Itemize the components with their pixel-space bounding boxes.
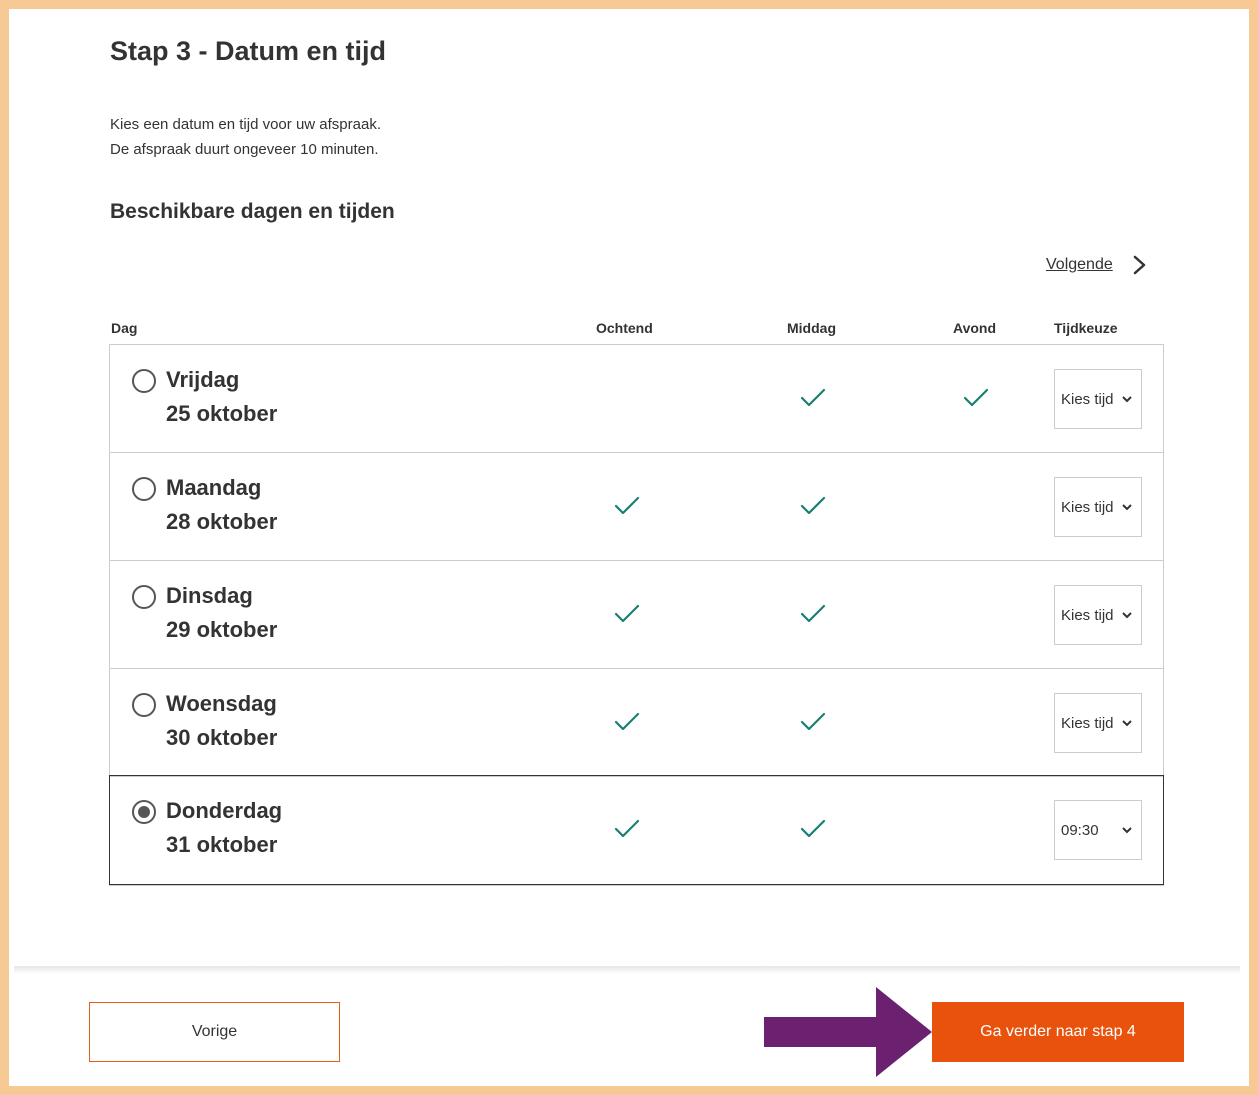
check-icon — [963, 388, 989, 407]
time-select-value: Kies tijd — [1061, 390, 1114, 408]
chevron-down-icon — [1122, 504, 1132, 511]
check-icon — [800, 604, 826, 623]
table-row[interactable]: Maandag 28 oktober Kies tijd — [110, 453, 1163, 561]
next-week-label: Volgende — [1046, 256, 1113, 273]
section-title: Beschikbare dagen en tijden — [110, 200, 395, 223]
day-name: Donderdag — [166, 798, 283, 823]
check-icon — [614, 712, 640, 731]
col-header-morning: Ochtend — [596, 320, 653, 336]
next-week-link[interactable]: Volgende — [1046, 254, 1149, 276]
availability-table: Vrijdag 25 oktober Kies tijd Maandag 28 okto… — [109, 344, 1164, 886]
day-radio[interactable] — [132, 585, 156, 609]
check-icon — [614, 496, 640, 515]
day-radio[interactable] — [132, 693, 156, 717]
page-title: Stap 3 - Datum en tijd — [110, 36, 387, 66]
time-select[interactable]: 09:30 — [1054, 800, 1142, 860]
check-icon — [800, 496, 826, 515]
day-name: Maandag — [166, 475, 262, 500]
col-header-time: Tijdkeuze — [1054, 320, 1118, 336]
chevron-down-icon — [1122, 612, 1132, 619]
arrow-right-icon — [764, 987, 932, 1077]
time-select[interactable]: Kies tijd — [1054, 585, 1142, 645]
day-radio[interactable] — [132, 800, 156, 824]
table-row[interactable]: Vrijdag 25 oktober Kies tijd — [110, 345, 1163, 453]
intro-line-1: Kies een datum en tijd voor uw afspraak. — [110, 116, 381, 133]
day-radio[interactable] — [132, 369, 156, 393]
time-select[interactable]: Kies tijd — [1054, 477, 1142, 537]
time-select-value: Kies tijd — [1061, 714, 1114, 732]
chevron-down-icon — [1122, 396, 1132, 403]
day-date: 31 oktober — [166, 832, 278, 857]
day-date: 29 oktober — [166, 617, 278, 642]
table-row[interactable]: Woensdag 30 oktober Kies tijd — [110, 669, 1163, 777]
time-select[interactable]: Kies tijd — [1054, 369, 1142, 429]
intro-line-2: De afspraak duurt ongeveer 10 minuten. — [110, 141, 379, 158]
day-name: Dinsdag — [166, 583, 253, 608]
day-date: 30 oktober — [166, 725, 278, 750]
intro-text: Kies een datum en tijd voor uw afspraak.… — [110, 112, 381, 162]
table-row[interactable]: Donderdag 31 oktober 09:30 — [109, 775, 1164, 885]
chevron-right-icon — [1133, 255, 1145, 275]
day-radio[interactable] — [132, 477, 156, 501]
check-icon — [800, 712, 826, 731]
continue-step-4-button[interactable]: Ga verder naar stap 4 — [932, 1002, 1184, 1062]
previous-button[interactable]: Vorige — [89, 1002, 340, 1062]
check-icon — [614, 819, 640, 838]
col-header-day: Dag — [111, 320, 138, 336]
footer-divider — [14, 966, 1240, 974]
day-name: Vrijdag — [166, 367, 240, 392]
chevron-down-icon — [1122, 827, 1132, 834]
day-name: Woensdag — [166, 691, 277, 716]
day-date: 25 oktober — [166, 401, 278, 426]
check-icon — [614, 604, 640, 623]
time-select[interactable]: Kies tijd — [1054, 693, 1142, 753]
table-row[interactable]: Dinsdag 29 oktober Kies tijd — [110, 561, 1163, 669]
day-date: 28 oktober — [166, 509, 278, 534]
time-select-value: Kies tijd — [1061, 498, 1114, 516]
time-select-value: 09:30 — [1061, 821, 1099, 839]
col-header-evening: Avond — [953, 320, 997, 336]
check-icon — [800, 819, 826, 838]
time-select-value: Kies tijd — [1061, 606, 1114, 624]
col-header-afternoon: Middag — [787, 320, 836, 336]
check-icon — [800, 388, 826, 407]
chevron-down-icon — [1122, 720, 1132, 727]
